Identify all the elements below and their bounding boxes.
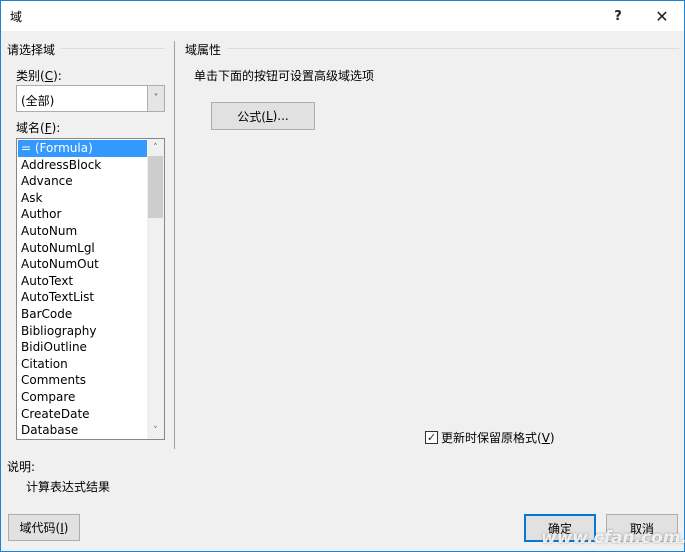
- list-item[interactable]: CreateDate: [18, 406, 147, 423]
- ok-button[interactable]: 确定: [524, 514, 596, 542]
- field-properties-group-title: 域属性: [185, 41, 226, 58]
- formula-button[interactable]: 公式(L)...: [211, 102, 315, 130]
- list-item[interactable]: Database: [18, 422, 147, 439]
- select-field-group-title: 请选择域: [7, 41, 60, 58]
- list-item[interactable]: BarCode: [18, 306, 147, 323]
- scroll-down-icon[interactable]: ˅: [147, 422, 164, 439]
- preserve-format-checkbox[interactable]: ✓: [425, 431, 438, 444]
- field-names-label: 域名(F):: [16, 121, 61, 135]
- list-item[interactable]: AutoText: [18, 273, 147, 290]
- field-dialog: 域 ? ✕ 请选择域 类别(C): (全部) ˅ 域名(F): = (Formu…: [0, 0, 685, 552]
- help-button[interactable]: ?: [604, 5, 632, 27]
- close-button[interactable]: ✕: [648, 5, 676, 27]
- field-names-list[interactable]: = (Formula) AddressBlock Advance Ask Author A…: [16, 138, 165, 440]
- scroll-up-icon[interactable]: ˄: [147, 139, 164, 156]
- title-bar: 域 ? ✕: [1, 1, 684, 31]
- checkmark-icon: ✓: [426, 431, 437, 444]
- list-item[interactable]: Bibliography: [18, 323, 147, 340]
- description-label: 说明:: [7, 460, 36, 474]
- group-divider-right: [227, 48, 679, 49]
- list-item[interactable]: = (Formula): [18, 140, 147, 157]
- list-item[interactable]: AutoNum: [18, 223, 147, 240]
- list-item[interactable]: AutoTextList: [18, 289, 147, 306]
- chevron-down-icon[interactable]: ˅: [147, 86, 164, 111]
- list-item[interactable]: Citation: [18, 356, 147, 373]
- group-divider-left: [61, 48, 165, 49]
- dialog-title: 域: [10, 10, 23, 24]
- list-item[interactable]: AddressBlock: [18, 157, 147, 174]
- category-value: (全部): [21, 94, 55, 108]
- panel-divider: [174, 41, 175, 449]
- close-icon: ✕: [655, 6, 669, 26]
- field-names-items: = (Formula) AddressBlock Advance Ask Author A…: [18, 140, 147, 439]
- category-label: 类别(C):: [16, 69, 62, 83]
- list-scrollbar[interactable]: ˄ ˅: [147, 139, 164, 439]
- instruction-text: 单击下面的按钮可设置高级域选项: [194, 69, 375, 83]
- list-item[interactable]: AutoNumOut: [18, 256, 147, 273]
- list-item[interactable]: Ask: [18, 190, 147, 207]
- list-item[interactable]: Comments: [18, 372, 147, 389]
- list-item[interactable]: Compare: [18, 389, 147, 406]
- preserve-format-option[interactable]: ✓ 更新时保留原格式(V): [425, 429, 555, 446]
- scrollbar-thumb[interactable]: [148, 156, 163, 218]
- list-item[interactable]: BidiOutline: [18, 339, 147, 356]
- category-select[interactable]: (全部) ˅: [16, 85, 165, 112]
- preserve-format-label: 更新时保留原格式(V): [441, 431, 555, 445]
- list-item[interactable]: Author: [18, 206, 147, 223]
- cancel-button[interactable]: 取消: [606, 514, 678, 542]
- list-item[interactable]: AutoNumLgl: [18, 240, 147, 257]
- list-item[interactable]: Advance: [18, 173, 147, 190]
- field-codes-button[interactable]: 域代码(I): [8, 514, 80, 541]
- description-text: 计算表达式结果: [26, 480, 111, 494]
